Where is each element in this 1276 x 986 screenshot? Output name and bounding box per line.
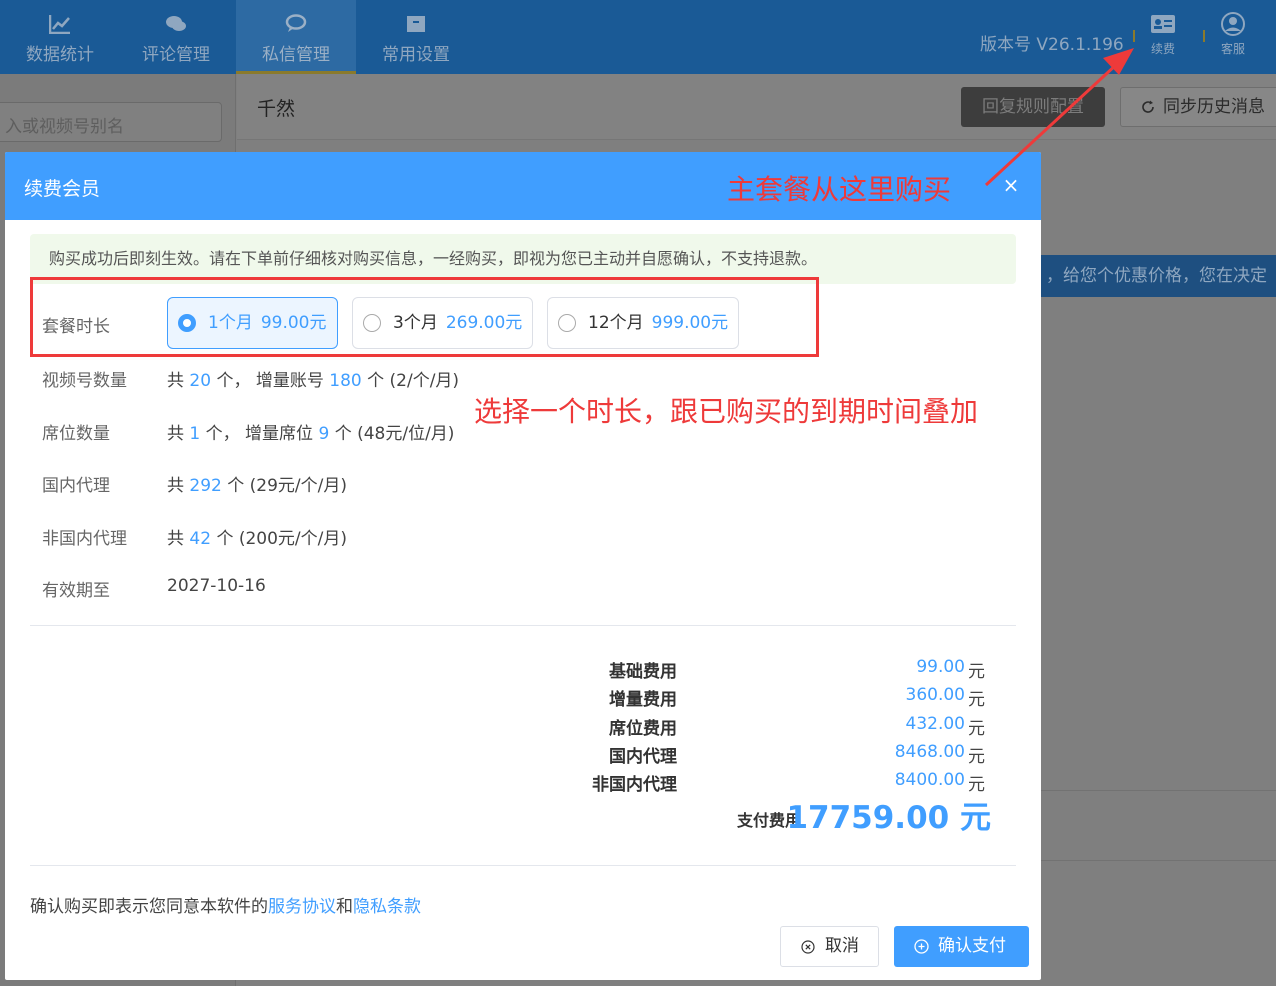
chat-header: 千然 回复规则配置 同步历史消息 xyxy=(237,74,1276,140)
nav-item-label: 常用设置 xyxy=(382,45,450,65)
member-card-icon xyxy=(1151,15,1175,33)
refresh-icon xyxy=(1142,100,1154,113)
nav-item-label: 评论管理 xyxy=(142,45,210,65)
divider xyxy=(1040,790,1276,791)
confirm-pay-label: 确认支付 xyxy=(938,936,1006,956)
seats-value: 共 1 个， 增量席位 9 个 (48元/位/月) xyxy=(167,419,454,444)
seat-fee-label: 席位费用 xyxy=(609,719,677,739)
increment-fee-label: 增量费用 xyxy=(609,690,677,710)
dialog-title: 续费会员 xyxy=(24,178,101,200)
separator xyxy=(1203,30,1205,42)
separator xyxy=(1133,30,1135,42)
value-suffix: 个 (2/个/月) xyxy=(367,371,460,391)
valid-until-value: 2027-10-16 xyxy=(167,576,266,596)
customer-service-button[interactable]: 客服 xyxy=(1213,12,1253,57)
reply-rule-config-button[interactable]: 回复规则配置 xyxy=(961,87,1105,127)
version-label: 版本号 V26.1.196 xyxy=(980,35,1124,55)
divider xyxy=(30,865,1016,866)
extra-account-count: 180 xyxy=(329,371,362,391)
domestic-proxy-value: 共 292 个 (29元/个/月) xyxy=(167,471,347,496)
value-prefix: 共 xyxy=(167,424,184,444)
user-avatar-icon xyxy=(1221,12,1245,36)
foreign-proxy-fee-value: 8400.00 xyxy=(894,770,965,790)
video-accounts-label: 视频号数量 xyxy=(42,371,127,391)
foreign-proxy-label: 非国内代理 xyxy=(42,529,127,549)
foreign-proxy-count: 42 xyxy=(189,529,212,549)
circle-close-icon xyxy=(801,940,815,954)
value-suffix: 个 (48元/位/月) xyxy=(334,424,455,444)
seats-label: 席位数量 xyxy=(42,424,110,444)
foreign-proxy-fee-label: 非国内代理 xyxy=(592,775,677,795)
foreign-proxy-value: 共 42 个 (200元/个/月) xyxy=(167,524,347,549)
annotation-main-package: 主套餐从这里购买 xyxy=(727,173,952,206)
cancel-label: 取消 xyxy=(825,936,859,956)
duration-highlight-box xyxy=(30,277,819,357)
total-pay-value: 17759.00 元 xyxy=(786,800,991,836)
divider xyxy=(1040,860,1276,861)
seat-count: 1 xyxy=(189,424,201,444)
comments-icon xyxy=(166,16,186,31)
message-icon xyxy=(285,14,307,32)
domestic-proxy-count: 292 xyxy=(189,476,222,496)
domestic-proxy-fee-value: 8468.00 xyxy=(894,742,965,762)
domestic-proxy-fee-label: 国内代理 xyxy=(609,747,677,767)
value-mid: 个， 增量席位 xyxy=(205,424,314,444)
sync-history-button[interactable]: 同步历史消息 xyxy=(1120,87,1276,127)
agreement-conj: 和 xyxy=(336,897,353,917)
value-prefix: 共 xyxy=(167,529,184,549)
nav-item-settings[interactable]: 常用设置 xyxy=(356,0,476,74)
total-pay-label: 支付费用 xyxy=(736,811,801,830)
nav-item-label: 私信管理 xyxy=(262,45,330,65)
domestic-proxy-label: 国内代理 xyxy=(42,476,110,496)
currency-unit: 元 xyxy=(968,719,985,739)
divider xyxy=(30,625,1016,626)
valid-until-label: 有效期至 xyxy=(42,581,110,601)
service-label: 客服 xyxy=(1220,42,1245,56)
value-mid: 个， 增量账号 xyxy=(216,371,324,391)
agreement-text: 确认购买即表示您同意本软件的服务协议和隐私条款 xyxy=(30,892,421,917)
close-icon[interactable]: × xyxy=(998,172,1024,198)
nav-item-messages[interactable]: 私信管理 xyxy=(236,0,356,74)
value-suffix: 个 (200元/个/月) xyxy=(216,529,348,549)
confirm-pay-button[interactable]: 确认支付 xyxy=(894,926,1029,967)
currency-unit: 元 xyxy=(968,747,985,767)
nav-item-data-stats[interactable]: 数据统计 xyxy=(0,0,120,74)
line-chart-icon xyxy=(49,15,70,34)
annotation-duration-note: 选择一个时长，跟已购买的到期时间叠加 xyxy=(474,395,979,428)
value-prefix: 共 xyxy=(167,476,184,496)
archive-icon xyxy=(407,16,425,32)
privacy-policy-link[interactable]: 隐私条款 xyxy=(353,897,421,917)
nav-item-comments[interactable]: 评论管理 xyxy=(116,0,236,74)
increment-fee-value: 360.00 xyxy=(905,685,965,705)
account-count: 20 xyxy=(189,371,212,391)
base-fee-label: 基础费用 xyxy=(609,662,677,682)
renew-button[interactable]: 续费 xyxy=(1143,12,1183,57)
service-agreement-link[interactable]: 服务协议 xyxy=(268,897,336,917)
top-navigation-bar: 数据统计 评论管理 私信管理 常用设置 版本号 V26.1.196 续费 客服 xyxy=(0,0,1276,74)
seat-fee-value: 432.00 xyxy=(905,714,965,734)
chat-title: 千然 xyxy=(257,98,296,120)
notice-strip: ，给您个优惠价格，您在决定 xyxy=(1040,255,1276,297)
video-accounts-value: 共 20 个， 增量账号 180 个 (2/个/月) xyxy=(167,366,459,391)
agreement-prefix: 确认购买即表示您同意本软件的 xyxy=(30,897,268,917)
extra-seat-count: 9 xyxy=(318,424,330,444)
nav-item-label: 数据统计 xyxy=(26,45,94,65)
value-suffix: 个 (29元/个/月) xyxy=(227,476,348,496)
cancel-button[interactable]: 取消 xyxy=(780,926,879,967)
currency-unit: 元 xyxy=(968,662,985,682)
currency-unit: 元 xyxy=(968,690,985,710)
circle-plus-icon xyxy=(914,939,929,954)
base-fee-value: 99.00 xyxy=(916,657,965,677)
value-prefix: 共 xyxy=(167,371,184,391)
search-input[interactable]: 入或视频号别名 xyxy=(0,102,222,142)
renew-label: 续费 xyxy=(1150,42,1175,56)
sync-history-label: 同步历史消息 xyxy=(1163,97,1265,117)
